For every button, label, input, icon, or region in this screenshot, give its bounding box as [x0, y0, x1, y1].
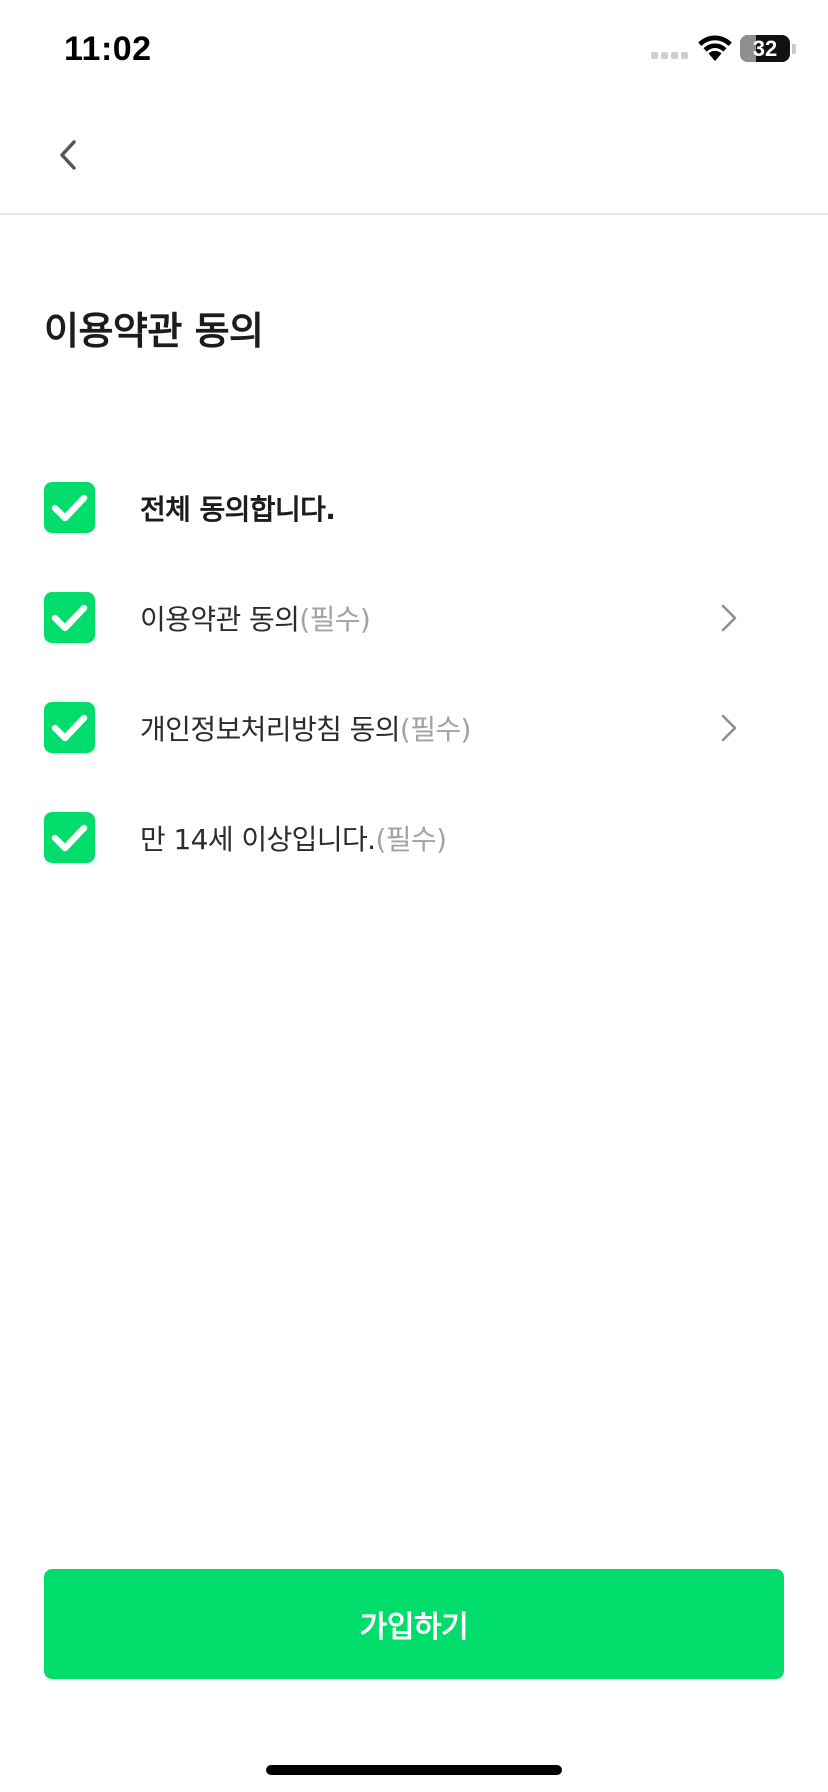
battery-tip — [792, 44, 796, 54]
agree-privacy-checkbox[interactable] — [44, 702, 95, 753]
back-button[interactable] — [40, 124, 96, 184]
agree-age-row[interactable]: 만 14세 이상입니다.(필수) — [0, 800, 828, 910]
agree-age-checkbox[interactable] — [44, 812, 95, 863]
checkmark-icon — [51, 494, 88, 522]
chevron-right-icon[interactable] — [712, 600, 746, 636]
chevron-left-icon — [60, 140, 76, 170]
wifi-icon — [698, 35, 732, 61]
required-tag: (필수) — [399, 713, 472, 746]
agree-all-row[interactable]: 전체 동의합니다. — [0, 470, 828, 580]
status-time: 11:02 — [64, 30, 152, 68]
battery-icon: 32 — [740, 35, 790, 62]
agree-all-label: 전체 동의합니다. — [140, 493, 336, 526]
required-tag: (필수) — [375, 823, 447, 856]
agree-privacy-label: 개인정보처리방침 동의(필수) — [140, 713, 472, 746]
agree-age-label: 만 14세 이상입니다.(필수) — [140, 823, 447, 856]
navigation-bar — [0, 100, 828, 215]
checkmark-icon — [51, 714, 88, 742]
page-title: 이용약관 동의 — [44, 309, 264, 353]
checkmark-icon — [51, 824, 88, 852]
cellular-signal-icon — [651, 52, 688, 59]
agree-privacy-row[interactable]: 개인정보처리방침 동의(필수) — [0, 690, 828, 800]
home-indicator — [266, 1765, 562, 1775]
agree-terms-label: 이용약관 동의(필수) — [140, 603, 371, 636]
chevron-right-icon[interactable] — [712, 710, 746, 746]
agree-all-checkbox[interactable] — [44, 482, 95, 533]
battery-level: 32 — [752, 36, 778, 61]
checkmark-icon — [51, 604, 88, 632]
signup-button[interactable]: 가입하기 — [44, 1569, 784, 1679]
agree-terms-checkbox[interactable] — [44, 592, 95, 643]
required-tag: (필수) — [299, 603, 371, 636]
agree-terms-row[interactable]: 이용약관 동의(필수) — [0, 580, 828, 690]
status-bar: 11:02 32 — [0, 0, 828, 100]
